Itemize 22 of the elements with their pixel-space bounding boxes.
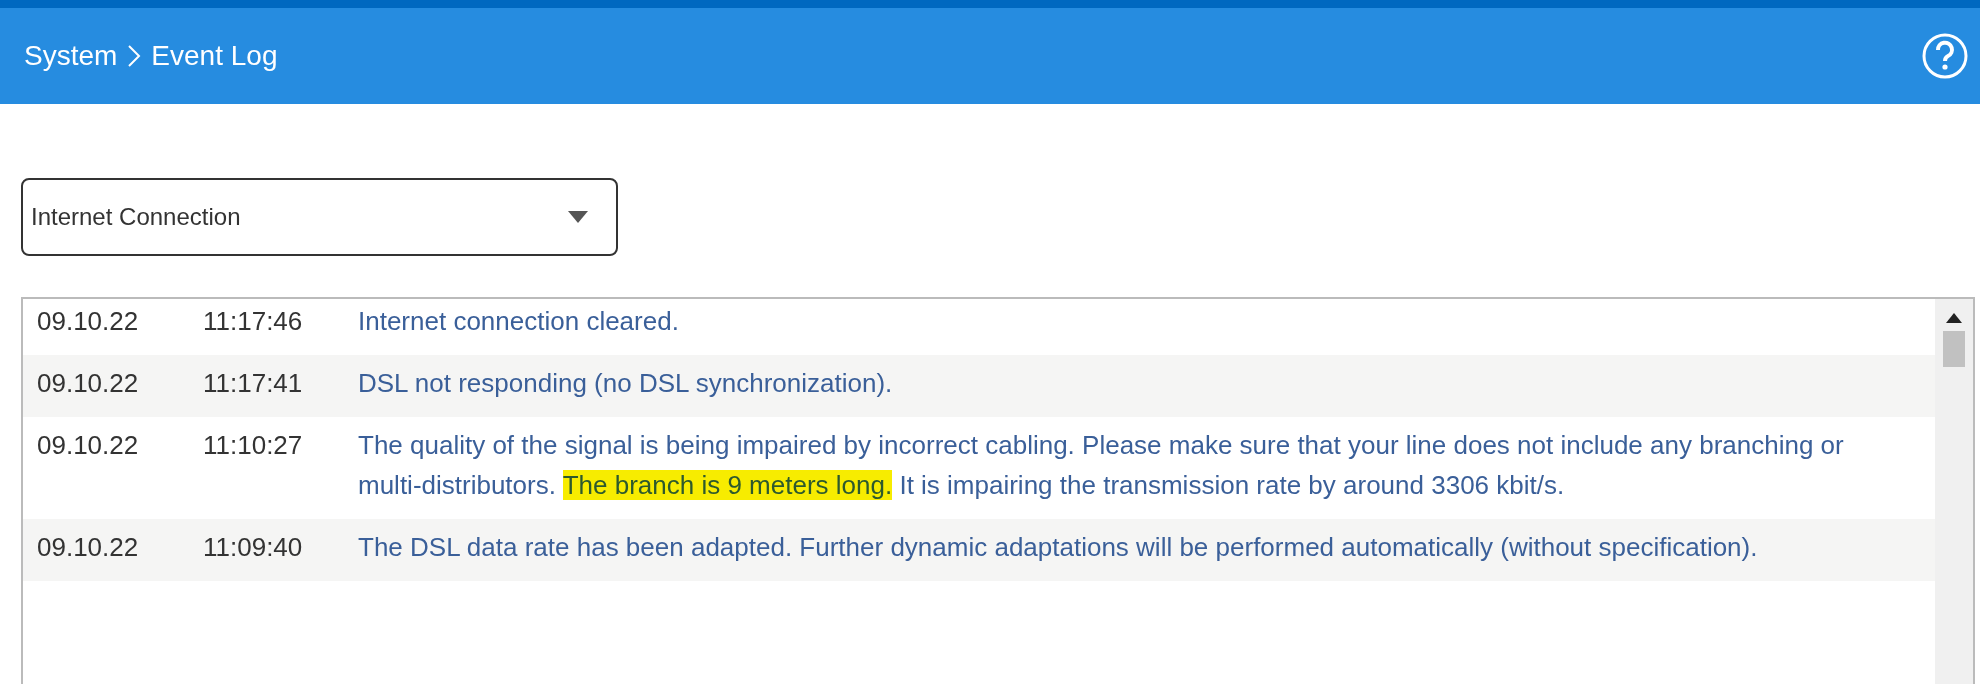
date-cell: 09.10.22 <box>37 306 139 336</box>
time-cell: 11:17:41 <box>203 368 303 398</box>
scroll-up-icon[interactable] <box>1946 313 1962 323</box>
time-cell: 11:17:46 <box>203 306 303 336</box>
date-cell: 09.10.22 <box>37 368 139 398</box>
time-cell: 11:10:27 <box>203 430 303 460</box>
event-message: DSL not responding (no DSL synchronization). <box>358 367 894 400</box>
chevron-right-icon <box>127 45 142 67</box>
caret-icon <box>568 211 588 223</box>
event-message: The quality of the signal is being impaired by incorrect cabling. Please make sure that your line does not include any branching or multi-distributors. The branch is 9 meters long. It is impairing the transmission rate by around 3306 kbit/s. <box>358 429 1845 502</box>
date-cell: 09.10.22 <box>37 532 139 562</box>
scrollbar[interactable] <box>1935 299 1973 684</box>
page-title: Event Log <box>151 39 278 73</box>
filter-dropdown[interactable]: Internet Connection <box>21 178 618 256</box>
dropdown-value: Internet Connection <box>31 202 241 232</box>
event-message: The DSL data rate has been adapted. Further dynamic adaptations will be performed automatically (without specification). <box>358 531 1759 564</box>
time-cell: 11:09:40 <box>203 532 303 562</box>
scrollbar-thumb[interactable] <box>1943 331 1965 367</box>
date-cell: 09.10.22 <box>37 430 139 460</box>
breadcrumb-link[interactable]: System <box>24 35 118 77</box>
help-icon[interactable] <box>1922 33 1968 79</box>
event-message: Internet connection cleared. <box>358 305 680 338</box>
